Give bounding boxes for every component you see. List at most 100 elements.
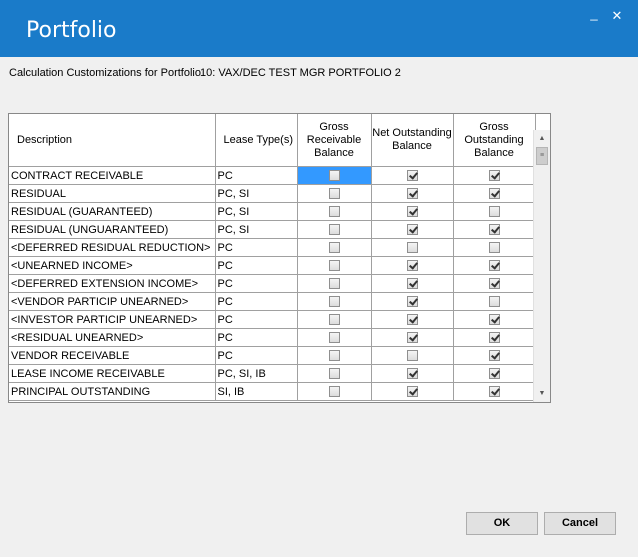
gross-receivable-checkbox[interactable] xyxy=(328,224,340,236)
net-outstanding-checkbox[interactable] xyxy=(406,350,418,362)
net-outstanding-checkbox[interactable] xyxy=(406,296,418,308)
scroll-thumb[interactable]: ≡ xyxy=(536,147,548,165)
gross-outstanding-cell[interactable] xyxy=(453,166,536,185)
net-outstanding-checkbox[interactable] xyxy=(406,386,418,398)
gross-receivable-checkbox[interactable] xyxy=(328,386,340,398)
gross-receivable-cell[interactable] xyxy=(297,292,372,311)
close-button[interactable]: ✕ xyxy=(609,8,625,24)
net-outstanding-checkbox[interactable] xyxy=(406,314,418,326)
gross-outstanding-checkbox[interactable] xyxy=(488,260,500,272)
gross-outstanding-cell[interactable] xyxy=(453,328,536,347)
gross-receivable-checkbox[interactable] xyxy=(328,350,340,362)
net-outstanding-cell[interactable] xyxy=(371,238,454,257)
gross-outstanding-cell[interactable] xyxy=(453,382,536,401)
gross-outstanding-cell[interactable] xyxy=(453,220,536,239)
gross-outstanding-checkbox[interactable] xyxy=(488,242,500,254)
net-outstanding-checkbox[interactable] xyxy=(406,332,418,344)
net-outstanding-checkbox[interactable] xyxy=(406,170,418,182)
gross-receivable-checkbox[interactable] xyxy=(328,170,340,182)
gross-outstanding-checkbox[interactable] xyxy=(488,314,500,326)
gross-receivable-checkbox[interactable] xyxy=(328,332,340,344)
gross-outstanding-checkbox[interactable] xyxy=(488,188,500,200)
net-outstanding-cell[interactable] xyxy=(371,256,454,275)
gross-receivable-cell[interactable] xyxy=(297,328,372,347)
minimize-button[interactable]: _ xyxy=(586,6,602,22)
net-outstanding-checkbox[interactable] xyxy=(406,188,418,200)
gross-outstanding-cell[interactable] xyxy=(453,256,536,275)
gross-receivable-checkbox[interactable] xyxy=(328,368,340,380)
gross-receivable-cell[interactable] xyxy=(297,202,372,221)
gross-outstanding-cell[interactable] xyxy=(453,238,536,257)
gross-receivable-checkbox[interactable] xyxy=(328,260,340,272)
table-row[interactable]: <DEFERRED EXTENSION INCOME> PC xyxy=(9,274,536,293)
net-outstanding-checkbox[interactable] xyxy=(406,278,418,290)
net-outstanding-cell[interactable] xyxy=(371,202,454,221)
gross-receivable-cell[interactable] xyxy=(297,220,372,239)
gross-outstanding-cell[interactable] xyxy=(453,274,536,293)
gross-outstanding-checkbox[interactable] xyxy=(488,350,500,362)
table-row[interactable]: VENDOR RECEIVABLE PC xyxy=(9,346,536,365)
gross-receivable-cell[interactable] xyxy=(297,184,372,203)
net-outstanding-cell[interactable] xyxy=(371,382,454,401)
net-outstanding-cell[interactable] xyxy=(371,328,454,347)
table-row[interactable]: RESIDUAL (UNGUARANTEED) PC, SI xyxy=(9,220,536,239)
customizations-grid[interactable]: Description Lease Type(s) Gross Receivab… xyxy=(8,113,551,403)
gross-receivable-cell[interactable] xyxy=(297,346,372,365)
gross-receivable-cell[interactable] xyxy=(297,274,372,293)
table-row[interactable]: RESIDUAL (GUARANTEED) PC, SI xyxy=(9,202,536,221)
gross-receivable-cell[interactable] xyxy=(297,364,372,383)
table-row[interactable]: <VENDOR PARTICIP UNEARNED> PC xyxy=(9,292,536,311)
net-outstanding-checkbox[interactable] xyxy=(406,206,418,218)
net-outstanding-cell[interactable] xyxy=(371,184,454,203)
gross-receivable-cell[interactable] xyxy=(297,382,372,401)
net-outstanding-checkbox[interactable] xyxy=(406,242,418,254)
gross-receivable-checkbox[interactable] xyxy=(328,188,340,200)
gross-receivable-checkbox[interactable] xyxy=(328,206,340,218)
net-outstanding-cell[interactable] xyxy=(371,292,454,311)
gross-outstanding-checkbox[interactable] xyxy=(488,332,500,344)
column-header-lease-types[interactable]: Lease Type(s) xyxy=(215,114,298,167)
gross-receivable-checkbox[interactable] xyxy=(328,278,340,290)
gross-outstanding-checkbox[interactable] xyxy=(488,386,500,398)
table-row[interactable]: <RESIDUAL UNEARNED> PC xyxy=(9,328,536,347)
table-row[interactable]: CONTRACT RECEIVABLE PC xyxy=(9,166,536,185)
column-header-gross-outstanding[interactable]: Gross Outstanding Balance xyxy=(453,114,536,167)
gross-receivable-cell[interactable] xyxy=(297,310,372,329)
gross-outstanding-checkbox[interactable] xyxy=(488,170,500,182)
net-outstanding-checkbox[interactable] xyxy=(406,260,418,272)
table-row[interactable]: <DEFERRED RESIDUAL REDUCTION> PC xyxy=(9,238,536,257)
column-header-description[interactable]: Description xyxy=(9,114,216,167)
net-outstanding-cell[interactable] xyxy=(371,310,454,329)
table-row[interactable]: <UNEARNED INCOME> PC xyxy=(9,256,536,275)
net-outstanding-cell[interactable] xyxy=(371,274,454,293)
gross-outstanding-checkbox[interactable] xyxy=(488,296,500,308)
scroll-up-icon[interactable]: ▲ xyxy=(534,130,550,147)
gross-outstanding-cell[interactable] xyxy=(453,364,536,383)
gross-receivable-checkbox[interactable] xyxy=(328,242,340,254)
net-outstanding-cell[interactable] xyxy=(371,166,454,185)
table-row[interactable]: PRINCIPAL OUTSTANDING SI, IB xyxy=(9,382,536,401)
gross-outstanding-checkbox[interactable] xyxy=(488,206,500,218)
table-row[interactable]: <INVESTOR PARTICIP UNEARNED> PC xyxy=(9,310,536,329)
ok-button[interactable]: OK xyxy=(466,512,538,535)
gross-receivable-checkbox[interactable] xyxy=(328,314,340,326)
gross-receivable-checkbox[interactable] xyxy=(328,296,340,308)
scroll-down-icon[interactable]: ▼ xyxy=(534,385,550,402)
gross-outstanding-cell[interactable] xyxy=(453,310,536,329)
net-outstanding-checkbox[interactable] xyxy=(406,368,418,380)
gross-receivable-cell[interactable] xyxy=(297,166,372,185)
column-header-gross-receivable[interactable]: Gross Receivable Balance xyxy=(297,114,372,167)
gross-outstanding-checkbox[interactable] xyxy=(488,224,500,236)
gross-outstanding-checkbox[interactable] xyxy=(488,368,500,380)
vertical-scrollbar[interactable]: ▲ ≡ ▼ xyxy=(533,130,550,402)
net-outstanding-cell[interactable] xyxy=(371,220,454,239)
table-row[interactable]: RESIDUAL PC, SI xyxy=(9,184,536,203)
net-outstanding-checkbox[interactable] xyxy=(406,224,418,236)
gross-outstanding-checkbox[interactable] xyxy=(488,278,500,290)
table-row[interactable]: LEASE INCOME RECEIVABLE PC, SI, IB xyxy=(9,364,536,383)
gross-outstanding-cell[interactable] xyxy=(453,346,536,365)
net-outstanding-cell[interactable] xyxy=(371,364,454,383)
cancel-button[interactable]: Cancel xyxy=(544,512,616,535)
gross-outstanding-cell[interactable] xyxy=(453,202,536,221)
gross-receivable-cell[interactable] xyxy=(297,256,372,275)
